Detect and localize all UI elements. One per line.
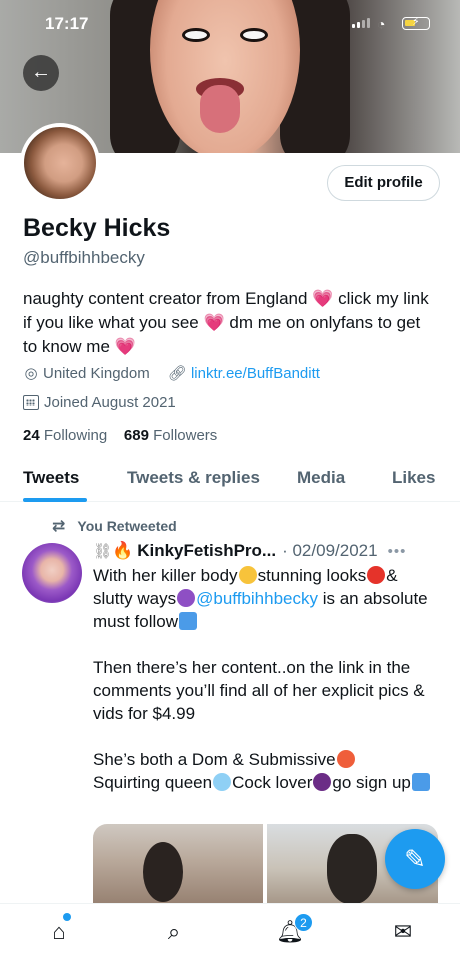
heart-icon: 💗: [203, 313, 225, 332]
back-button[interactable]: ←: [23, 55, 59, 91]
location-pin-icon: ◎: [24, 365, 38, 382]
profile-link-text[interactable]: linktr.ee/BuffBanditt: [191, 365, 320, 382]
following-count[interactable]: 24: [23, 427, 40, 444]
follow-counts: 24 Following 689 Followers: [23, 427, 217, 444]
more-options-icon[interactable]: •••: [388, 543, 407, 560]
profile-link[interactable]: 🔗︎ linktr.ee/BuffBanditt: [168, 364, 320, 382]
status-time: 17:17: [45, 14, 89, 33]
notification-badge: 2: [294, 913, 313, 932]
retweet-indicator: ⇄ You Retweeted: [52, 516, 177, 536]
retweet-icon: ⇄: [52, 518, 66, 535]
edit-profile-button[interactable]: Edit profile: [327, 165, 440, 201]
hot-face-emoji-icon: [336, 750, 355, 768]
compose-tweet-button[interactable]: ✎: [385, 829, 445, 889]
tweet-text-span: Squirting queen: [93, 773, 213, 792]
heart-fire-emoji-icon: [367, 566, 386, 584]
fire-icon: 🔥: [112, 541, 134, 560]
heart-eyes-emoji-icon: [238, 566, 257, 584]
signal-icon: [352, 18, 370, 28]
retweet-label: You Retweeted: [77, 518, 177, 534]
wifi-icon: ◔: [377, 16, 386, 32]
up-arrow-emoji-icon: [179, 612, 198, 630]
tweet-text: With her killer body stunning looks & slut…: [93, 564, 438, 794]
tab-media[interactable]: Media: [297, 468, 345, 488]
search-icon[interactable]: ⌕: [160, 918, 188, 946]
tab-tweets[interactable]: Tweets: [23, 468, 79, 488]
eggplant-emoji-icon: [313, 773, 332, 791]
tweet-media-image[interactable]: [93, 824, 263, 914]
tweet-text-span: Then there’s her content..on the link in…: [93, 658, 425, 723]
profile-name: Becky Hicks: [23, 214, 171, 242]
new-content-dot: [63, 913, 71, 921]
profile-bio: naughty content creator from England 💗 c…: [23, 287, 438, 359]
droplets-emoji-icon: [213, 773, 232, 791]
tweet-text-span: Cock lover: [232, 773, 313, 792]
profile-meta: ◎ United Kingdom 🔗︎ linktr.ee/BuffBandit…: [23, 364, 320, 383]
tweet-text-span: go sign up: [332, 773, 411, 792]
tweet-text-span: With her killer body: [93, 566, 238, 585]
status-bar: 17:17 ◔ ⚡: [0, 14, 460, 34]
link-icon: 🔗︎: [167, 365, 191, 382]
arrow-left-icon: ←: [31, 61, 51, 83]
battery-icon: ⚡: [402, 16, 430, 30]
mail-icon[interactable]: ✉: [389, 918, 417, 946]
heart-icon: 💗: [312, 289, 334, 308]
active-tab-indicator: [23, 498, 87, 502]
tweet-text-span: She’s both a Dom & Submissive: [93, 750, 336, 769]
profile-joined: Joined August 2021: [23, 394, 176, 411]
bottom-navigation: ⌂ ⌕ 🔔︎ 2 ✉: [0, 903, 460, 959]
bio-text: naughty content creator from England: [23, 289, 313, 308]
calendar-icon: [23, 395, 39, 410]
devil-emoji-icon: [177, 589, 196, 607]
tweet-date: · 02/09/2021: [282, 541, 378, 560]
banner-photo-detail: [200, 85, 240, 133]
profile-avatar[interactable]: [20, 123, 100, 203]
following-link[interactable]: 24 Following: [23, 427, 107, 444]
chains-icon: ⛓: [93, 543, 113, 560]
home-icon[interactable]: ⌂: [45, 918, 73, 946]
tweet-text-span: slutty ways: [93, 589, 177, 608]
heart-icon: 💗: [114, 337, 136, 356]
tweet-author-name[interactable]: KinkyFetishPro...: [137, 541, 276, 561]
followers-label[interactable]: Followers: [153, 427, 217, 444]
profile-location: United Kingdom: [43, 364, 150, 382]
mention-link[interactable]: @buffbihhbecky: [196, 589, 318, 608]
followers-link[interactable]: 689 Followers: [124, 427, 217, 444]
followers-count[interactable]: 689: [124, 427, 149, 444]
feather-plus-icon: ✎: [404, 844, 426, 874]
tweet-author-avatar[interactable]: [22, 543, 82, 603]
joined-text: Joined August 2021: [44, 394, 176, 411]
down-arrow-emoji-icon: [411, 773, 430, 791]
profile-handle: @buffbihhbecky: [23, 248, 145, 267]
tab-likes[interactable]: Likes: [392, 468, 435, 488]
tweet-text-span: &: [386, 566, 398, 585]
tweet-text-span: stunning looks: [257, 566, 367, 585]
tab-tweets-replies[interactable]: Tweets & replies: [127, 468, 260, 488]
tweet-header: ⛓ 🔥 KinkyFetishPro... · 02/09/2021 •••: [93, 541, 406, 561]
following-label[interactable]: Following: [44, 427, 107, 444]
profile-tabs: Tweets Tweets & replies Media Likes: [0, 460, 460, 502]
